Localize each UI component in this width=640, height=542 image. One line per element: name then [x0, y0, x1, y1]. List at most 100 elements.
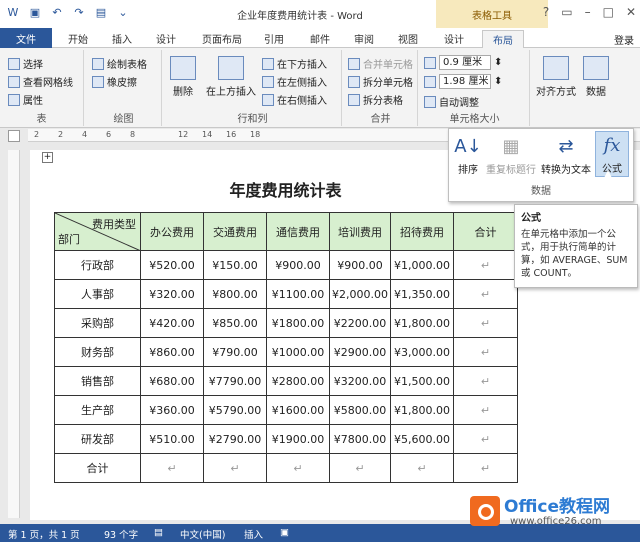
- value-cell[interactable]: ¥1,800.00: [390, 308, 454, 338]
- insert-below-button[interactable]: 在下方插入: [262, 56, 327, 71]
- tab-review[interactable]: 审阅: [354, 31, 374, 46]
- tab-file[interactable]: 文件: [0, 28, 52, 48]
- value-cell[interactable]: ¥150.00: [203, 250, 267, 280]
- redo-icon[interactable]: ↷: [72, 5, 86, 19]
- value-cell[interactable]: ¥2,000.00: [329, 279, 391, 309]
- value-cell[interactable]: ¥360.00: [140, 395, 204, 425]
- value-cell[interactable]: ¥5790.00: [203, 395, 267, 425]
- department-cell[interactable]: 人事部: [54, 279, 141, 309]
- total-cell[interactable]: ↵: [453, 250, 518, 280]
- total-cell[interactable]: ↵: [453, 366, 518, 396]
- value-cell[interactable]: ¥860.00: [140, 337, 204, 367]
- value-cell[interactable]: ¥1800.00: [266, 308, 330, 338]
- value-cell[interactable]: ¥1,500.00: [390, 366, 454, 396]
- customize-qat-icon[interactable]: ⌄: [116, 5, 130, 19]
- tab-table-design[interactable]: 设计: [444, 31, 464, 46]
- delete-button[interactable]: 删除: [168, 56, 198, 98]
- value-cell[interactable]: ¥1600.00: [266, 395, 330, 425]
- value-cell[interactable]: ¥2900.00: [329, 337, 391, 367]
- value-cell[interactable]: ¥7790.00: [203, 366, 267, 396]
- header-cell[interactable]: 交通费用: [203, 212, 267, 251]
- value-cell[interactable]: ¥520.00: [140, 250, 204, 280]
- tab-references[interactable]: 引用: [264, 31, 284, 46]
- tab-home[interactable]: 开始: [68, 31, 88, 46]
- sort-button[interactable]: A↓ 排序: [453, 133, 483, 176]
- properties-button[interactable]: 属性: [8, 92, 43, 107]
- total-cell[interactable]: ↵: [453, 337, 518, 367]
- value-cell[interactable]: ¥900.00: [329, 250, 391, 280]
- value-cell[interactable]: ¥1900.00: [266, 424, 330, 454]
- total-cell[interactable]: ↵: [453, 308, 518, 338]
- value-cell[interactable]: ¥2200.00: [329, 308, 391, 338]
- close-icon[interactable]: ✕: [626, 5, 636, 19]
- value-cell[interactable]: ¥1,000.00: [390, 250, 454, 280]
- department-cell[interactable]: 销售部: [54, 366, 141, 396]
- total-cell[interactable]: ↵: [453, 395, 518, 425]
- tab-mailings[interactable]: 邮件: [310, 31, 330, 46]
- empty-cell[interactable]: ↵: [140, 453, 204, 483]
- eraser-button[interactable]: 橡皮擦: [92, 74, 137, 89]
- minimize-icon[interactable]: –: [585, 5, 591, 19]
- header-cell[interactable]: 通信费用: [266, 212, 330, 251]
- help-button[interactable]: ?: [543, 5, 549, 19]
- value-cell[interactable]: ¥7800.00: [329, 424, 391, 454]
- expense-table[interactable]: 费用类型 部门 办公费用 交通费用 通信费用 培训费用 招待费用 合计 行政部 ¥…: [54, 212, 518, 483]
- spinner-arrows-icon[interactable]: ⬍: [494, 57, 502, 68]
- row-height-field[interactable]: 0.9 厘米: [439, 55, 491, 70]
- header-cell[interactable]: 招待费用: [390, 212, 454, 251]
- vertical-ruler[interactable]: [8, 150, 20, 518]
- autofit-button[interactable]: 自动调整: [424, 94, 479, 109]
- tab-design[interactable]: 设计: [156, 31, 176, 46]
- tab-table-layout[interactable]: 布局: [482, 30, 524, 48]
- value-cell[interactable]: ¥800.00: [203, 279, 267, 309]
- value-cell[interactable]: ¥5,600.00: [390, 424, 454, 454]
- tab-selector[interactable]: [8, 130, 20, 142]
- department-cell[interactable]: 行政部: [54, 250, 141, 280]
- header-cell[interactable]: 合计: [453, 212, 518, 251]
- print-preview-icon[interactable]: ▤: [94, 5, 108, 19]
- tab-page-layout[interactable]: 页面布局: [202, 31, 242, 46]
- alignment-button[interactable]: 对齐方式: [534, 56, 578, 98]
- page-count[interactable]: 第 1 页，共 1 页: [8, 527, 80, 541]
- ribbon-options-icon[interactable]: ▭: [561, 5, 572, 19]
- department-cell[interactable]: 财务部: [54, 337, 141, 367]
- header-cell[interactable]: 办公费用: [140, 212, 204, 251]
- value-cell[interactable]: ¥1,350.00: [390, 279, 454, 309]
- column-width-field[interactable]: 1.98 厘米: [439, 74, 491, 89]
- department-cell[interactable]: 采购部: [54, 308, 141, 338]
- split-table-button[interactable]: 拆分表格: [348, 92, 403, 107]
- value-cell[interactable]: ¥510.00: [140, 424, 204, 454]
- undo-icon[interactable]: ↶: [50, 5, 64, 19]
- value-cell[interactable]: ¥1000.00: [266, 337, 330, 367]
- total-label-cell[interactable]: 合计: [54, 453, 141, 483]
- convert-to-text-button[interactable]: ⇄ 转换为文本: [539, 133, 593, 176]
- empty-cell[interactable]: ↵: [453, 453, 518, 483]
- empty-cell[interactable]: ↵: [390, 453, 454, 483]
- empty-cell[interactable]: ↵: [203, 453, 267, 483]
- row-height-spinner[interactable]: 0.9 厘米 ⬍: [424, 55, 502, 70]
- value-cell[interactable]: ¥1100.00: [266, 279, 330, 309]
- empty-cell[interactable]: ↵: [329, 453, 391, 483]
- column-width-spinner[interactable]: 1.98 厘米 ⬍: [424, 74, 502, 89]
- value-cell[interactable]: ¥3200.00: [329, 366, 391, 396]
- save-icon[interactable]: ▣: [28, 5, 42, 19]
- department-cell[interactable]: 研发部: [54, 424, 141, 454]
- repeat-header-rows-button[interactable]: ▦ 重复标题行: [485, 133, 537, 176]
- spinner-arrows-icon[interactable]: ⬍: [494, 76, 502, 87]
- macro-icon[interactable]: ▣: [280, 527, 289, 538]
- insert-above-button[interactable]: 在上方插入: [204, 56, 258, 98]
- merge-cells-button[interactable]: 合并单元格: [348, 56, 413, 71]
- total-cell[interactable]: ↵: [453, 279, 518, 309]
- value-cell[interactable]: ¥420.00: [140, 308, 204, 338]
- value-cell[interactable]: ¥900.00: [266, 250, 330, 280]
- proofing-icon[interactable]: ▤: [154, 527, 163, 538]
- header-cell[interactable]: 培训费用: [329, 212, 391, 251]
- tab-view[interactable]: 视图: [398, 31, 418, 46]
- value-cell[interactable]: ¥680.00: [140, 366, 204, 396]
- empty-cell[interactable]: ↵: [266, 453, 330, 483]
- word-count[interactable]: 93 个字: [104, 527, 138, 541]
- language-indicator[interactable]: 中文(中国): [180, 527, 225, 541]
- draw-table-button[interactable]: 绘制表格: [92, 56, 147, 71]
- value-cell[interactable]: ¥790.00: [203, 337, 267, 367]
- table-move-handle[interactable]: +: [42, 152, 53, 163]
